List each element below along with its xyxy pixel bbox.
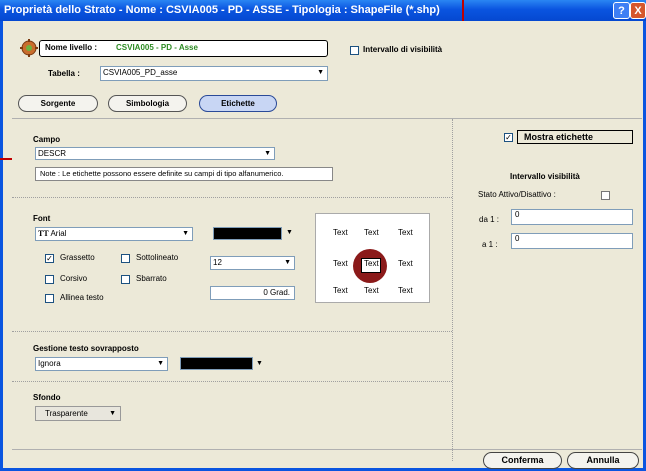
tab-etichette[interactable]: Etichette	[199, 95, 277, 112]
grassetto-checkbox[interactable]: ✓	[45, 254, 54, 263]
campo-title: Campo	[33, 135, 61, 144]
allinea-label: Allinea testo	[60, 293, 104, 302]
annulla-button[interactable]: Annulla	[567, 452, 639, 469]
font-size-select[interactable]: 12 ▼	[210, 256, 295, 270]
sfondo-title: Sfondo	[33, 393, 61, 402]
allinea-checkbox[interactable]	[45, 294, 54, 303]
font-size-value: 12	[213, 258, 222, 267]
chevron-down-icon: ▼	[317, 69, 324, 76]
intervallo-label: Intervallo di visibilità	[363, 45, 443, 54]
mostra-etichette-box[interactable]: Mostra etichette	[517, 130, 633, 144]
font-title: Font	[33, 214, 51, 223]
sbarrato-checkbox[interactable]	[121, 275, 130, 284]
label-preview: Text Text Text Text Text Text Text Text …	[315, 213, 430, 303]
conferma-button[interactable]: Conferma	[483, 452, 562, 469]
divider	[12, 118, 642, 119]
panel-divider	[452, 119, 453, 461]
da-label: da 1 :	[479, 215, 500, 224]
sbarrato-label: Sbarrato	[136, 274, 167, 283]
preview-cell[interactable]: Text	[333, 286, 348, 295]
footer-divider	[12, 449, 642, 450]
corsivo-checkbox[interactable]	[45, 275, 54, 284]
tabella-label: Tabella :	[48, 69, 80, 78]
preview-cell[interactable]: Text	[398, 228, 413, 237]
divider	[12, 197, 452, 198]
intervallo-checkbox[interactable]	[350, 46, 359, 55]
layer-gear-icon	[20, 39, 38, 57]
annotation-line	[0, 158, 12, 160]
preview-cell[interactable]: Text	[364, 228, 379, 237]
preview-cell[interactable]: Text	[333, 228, 348, 237]
tab-sorgente[interactable]: Sorgente	[18, 95, 98, 112]
font-family-select[interactable]: ƬT Arial ▼	[35, 227, 193, 241]
intervallo-visibilita-title: Intervallo visibilità	[510, 172, 580, 181]
nome-livello-label: Nome livello :	[45, 43, 98, 52]
divider	[12, 331, 452, 332]
sfondo-select[interactable]: Trasparente ▼	[35, 406, 121, 421]
sfondo-value: Trasparente	[45, 409, 88, 418]
annotation-line	[462, 0, 464, 21]
preview-cell-selected[interactable]: Text	[364, 259, 379, 268]
nome-livello-box: Nome livello : CSVIA005 - PD - Asse	[39, 40, 328, 57]
mostra-etichette-checkbox[interactable]: ✓	[504, 133, 513, 142]
window-title: Proprietà dello Strato - Nome : CSVIA005…	[4, 4, 440, 16]
chevron-down-icon: ▼	[157, 360, 164, 367]
chevron-down-icon[interactable]: ▼	[256, 360, 263, 367]
preview-cell[interactable]: Text	[398, 259, 413, 268]
help-button[interactable]: ?	[613, 2, 630, 19]
sovrapposto-color-swatch[interactable]	[180, 357, 253, 370]
sottolineato-label: Sottolineato	[136, 253, 179, 262]
sovrapposto-select[interactable]: Ignora ▼	[35, 357, 168, 371]
sovrapposto-value: Ignora	[38, 359, 61, 368]
font-family-value: Arial	[50, 229, 67, 238]
close-button[interactable]: X	[630, 2, 646, 19]
chevron-down-icon: ▼	[284, 259, 291, 266]
title-bar[interactable]: Proprietà dello Strato - Nome : CSVIA005…	[0, 0, 646, 21]
font-color-swatch[interactable]	[213, 227, 282, 240]
chevron-down-icon[interactable]: ▼	[286, 229, 293, 236]
properties-dialog: Proprietà dello Strato - Nome : CSVIA005…	[0, 0, 646, 471]
mostra-etichette-label: Mostra etichette	[524, 132, 594, 142]
chevron-down-icon: ▼	[182, 230, 189, 237]
chevron-down-icon: ▼	[109, 410, 116, 417]
chevron-down-icon: ▼	[264, 150, 271, 157]
a-label: a 1 :	[482, 240, 498, 249]
divider	[12, 381, 452, 382]
rotation-input[interactable]: 0 Grad.	[210, 286, 295, 300]
tabella-select[interactable]: CSVIA005_PD_asse ▼	[100, 66, 328, 81]
campo-note: Note : Le etichette possono essere defin…	[35, 167, 333, 181]
da-input[interactable]: 0	[511, 209, 633, 225]
truetype-icon: ƬT	[38, 229, 49, 238]
stato-checkbox[interactable]	[601, 191, 610, 200]
sottolineato-checkbox[interactable]	[121, 254, 130, 263]
tab-simbologia[interactable]: Simbologia	[108, 95, 187, 112]
window-frame-left	[0, 21, 3, 471]
sovrapposto-title: Gestione testo sovrapposto	[33, 344, 139, 353]
tabella-value: CSVIA005_PD_asse	[103, 68, 178, 77]
nome-livello-value: CSVIA005 - PD - Asse	[116, 43, 198, 52]
preview-cell[interactable]: Text	[398, 286, 413, 295]
grassetto-label: Grassetto	[60, 253, 95, 262]
campo-value: DESCR	[38, 149, 67, 158]
stato-label: Stato Attivo/Disattivo :	[478, 190, 556, 199]
preview-cell[interactable]: Text	[364, 286, 379, 295]
corsivo-label: Corsivo	[60, 274, 88, 283]
preview-cell[interactable]: Text	[333, 259, 348, 268]
campo-select[interactable]: DESCR ▼	[35, 147, 275, 160]
a-input[interactable]: 0	[511, 233, 633, 249]
